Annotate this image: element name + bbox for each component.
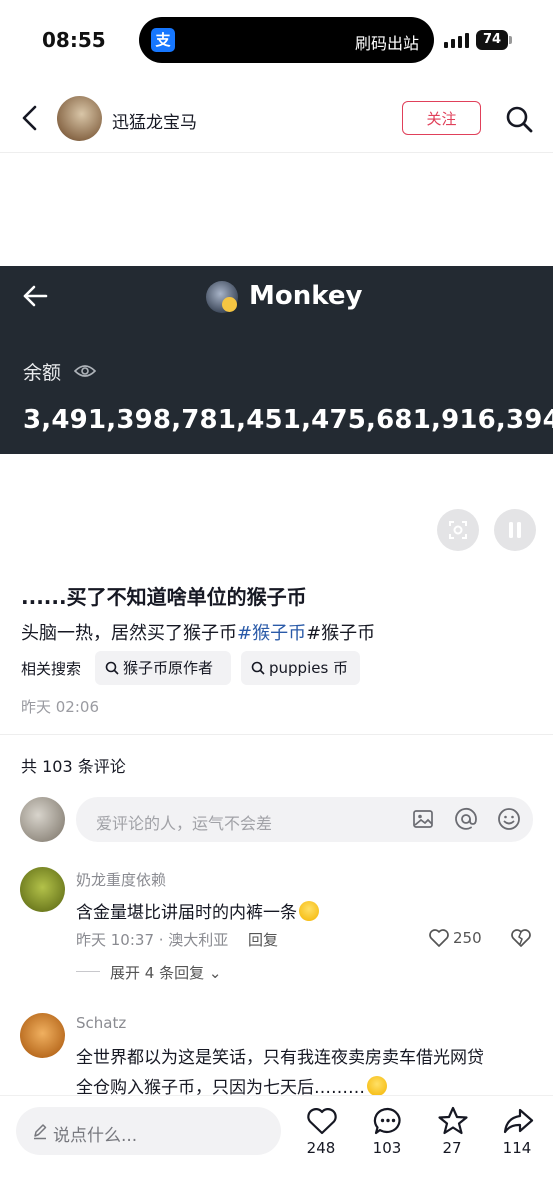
chip-label: puppies 币 bbox=[269, 659, 349, 677]
expand-divider bbox=[76, 971, 100, 972]
related-search-label: 相关搜索 bbox=[21, 660, 82, 678]
pause-icon bbox=[509, 522, 521, 538]
balance-label: 余额 bbox=[23, 362, 62, 384]
follow-button[interactable]: 关注 bbox=[402, 101, 481, 135]
favorite-count: 27 bbox=[442, 1139, 462, 1157]
comment-count: 共 103 条评论 bbox=[21, 757, 126, 776]
comment-like-count: 250 bbox=[453, 929, 482, 947]
expand-replies-button[interactable]: 展开 4 条回复 ⌄ bbox=[110, 962, 221, 983]
coin-title: Monkey bbox=[249, 281, 363, 311]
commenter-avatar[interactable] bbox=[20, 867, 65, 912]
comment-total-count: 103 bbox=[372, 1139, 402, 1157]
comment-icon[interactable] bbox=[371, 1106, 405, 1136]
coin-badge-icon bbox=[222, 297, 237, 312]
heart-icon[interactable] bbox=[428, 928, 450, 948]
post-desc-text: 头脑一热，居然买了猴子币 bbox=[21, 623, 237, 644]
author-name[interactable]: 迅猛龙宝马 bbox=[112, 108, 197, 133]
hashtag-plain[interactable]: #猴子币 bbox=[306, 623, 375, 644]
broken-heart-icon[interactable] bbox=[510, 928, 532, 948]
balance-value: 3,491,398,781,451,475,681,916,394 bbox=[23, 405, 553, 435]
comment-meta: 昨天 10:37 · 澳大利亚 bbox=[76, 931, 229, 949]
bottom-input-placeholder[interactable]: 说点什么... bbox=[53, 1121, 137, 1146]
hashtag-link[interactable]: #猴子币 bbox=[237, 623, 306, 644]
emoji-icon[interactable] bbox=[497, 807, 521, 831]
battery-icon: 74 bbox=[476, 30, 508, 50]
search-icon bbox=[251, 661, 265, 675]
battery-tip bbox=[509, 36, 512, 44]
commenter-name[interactable]: Schatz bbox=[76, 1014, 126, 1032]
chevron-down-icon: ⌄ bbox=[208, 964, 222, 982]
chip-label: 猴子币原作者 bbox=[123, 659, 214, 677]
my-avatar bbox=[20, 797, 65, 842]
star-icon[interactable] bbox=[436, 1106, 470, 1136]
related-chip[interactable]: 猴子币原作者 bbox=[95, 651, 231, 685]
post-title: ......买了不知道啥单位的猴子币 bbox=[21, 585, 307, 609]
heart-icon[interactable] bbox=[305, 1106, 339, 1136]
alipay-icon: 支 bbox=[151, 28, 175, 52]
related-chip[interactable]: puppies 币 bbox=[241, 651, 360, 685]
search-icon bbox=[105, 661, 119, 675]
grin-emoji-icon bbox=[367, 1076, 387, 1096]
pencil-icon bbox=[34, 1124, 47, 1140]
laugh-cry-emoji-icon bbox=[299, 901, 319, 921]
at-icon[interactable] bbox=[454, 807, 478, 831]
commenter-name[interactable]: 奶龙重度依赖 bbox=[76, 869, 166, 890]
share-icon[interactable] bbox=[501, 1106, 535, 1136]
post-divider bbox=[0, 734, 553, 735]
back-icon[interactable] bbox=[18, 104, 42, 132]
like-count: 248 bbox=[306, 1139, 336, 1157]
image-icon[interactable] bbox=[412, 808, 434, 830]
search-icon[interactable] bbox=[505, 105, 533, 133]
arrow-left-icon bbox=[23, 285, 48, 307]
signal-icon bbox=[444, 33, 469, 48]
status-time: 08:55 bbox=[42, 28, 106, 52]
header-divider bbox=[0, 152, 553, 153]
comment-text: 全世界都以为这是笑话，只有我连夜卖房卖车借光网贷 bbox=[76, 1048, 484, 1068]
expand-label: 展开 4 条回复 bbox=[110, 964, 205, 982]
island-text: 刷码出站 bbox=[355, 34, 420, 53]
post-description: 头脑一热，居然买了猴子币#猴子币#猴子币 bbox=[21, 619, 375, 645]
comment-text: 含金量堪比讲届时的内裤一条 bbox=[76, 898, 319, 923]
screenshot-button[interactable] bbox=[437, 509, 479, 551]
post-time: 昨天 02:06 bbox=[21, 698, 99, 716]
comment-text-content: 含金量堪比讲届时的内裤一条 bbox=[76, 903, 297, 923]
share-count: 114 bbox=[502, 1139, 532, 1157]
commenter-avatar[interactable] bbox=[20, 1013, 65, 1058]
author-avatar[interactable] bbox=[57, 96, 102, 141]
comment-input-placeholder[interactable]: 爱评论的人，运气不会差 bbox=[96, 810, 272, 834]
scan-icon bbox=[449, 521, 467, 539]
reply-button[interactable]: 回复 bbox=[248, 929, 278, 950]
pause-button[interactable] bbox=[494, 509, 536, 551]
eye-icon bbox=[74, 365, 96, 377]
